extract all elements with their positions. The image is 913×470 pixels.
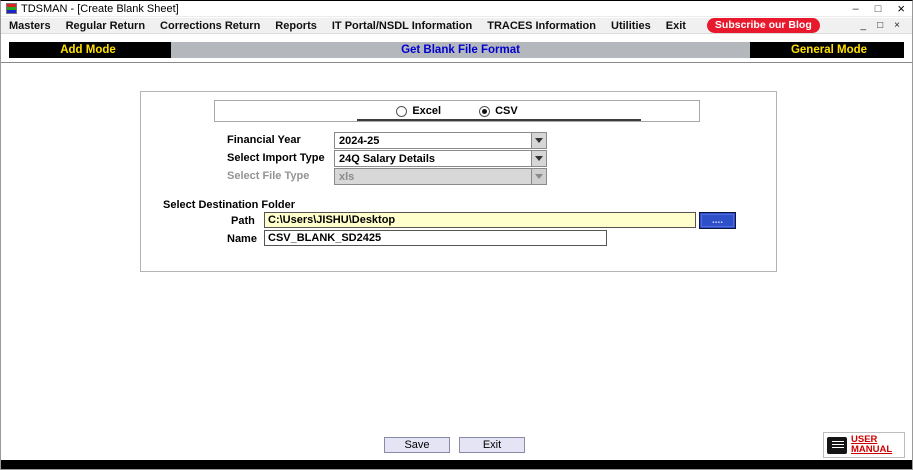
mdi-minimize-icon[interactable]: _ <box>861 20 867 31</box>
app-icon <box>6 3 17 14</box>
menu-item-corrections-return[interactable]: Corrections Return <box>160 20 260 32</box>
menu-item-it-portal-nsdl[interactable]: IT Portal/NSDL Information <box>332 20 472 32</box>
app-window: TDSMAN - [Create Blank Sheet] – □ × Mast… <box>0 0 913 470</box>
excel-radio-icon <box>396 105 408 117</box>
user-manual-line2: MANUAL <box>851 444 893 455</box>
csv-radio-label: CSV <box>495 105 518 117</box>
import-type-label: Select Import Type <box>227 152 325 164</box>
user-manual-button[interactable]: USER MANUAL <box>823 432 905 458</box>
import-type-select[interactable]: 24Q Salary Details <box>334 150 547 167</box>
general-mode-label: General Mode <box>754 42 904 58</box>
title-bar: TDSMAN - [Create Blank Sheet] – □ × <box>1 1 912 17</box>
status-bar <box>1 460 912 469</box>
excel-radio-label: Excel <box>412 105 442 117</box>
radio-underline <box>357 119 641 121</box>
name-label: Name <box>227 233 257 245</box>
file-type-value: xls <box>339 170 355 183</box>
menu-item-utilities[interactable]: Utilities <box>611 20 651 32</box>
chevron-down-icon <box>531 169 546 184</box>
page-title: Get Blank File Format <box>171 42 750 58</box>
minimize-icon[interactable]: – <box>853 2 859 16</box>
name-input[interactable] <box>264 230 607 246</box>
csv-radio-icon <box>479 105 491 117</box>
path-label: Path <box>231 215 255 227</box>
menu-item-regular-return[interactable]: Regular Return <box>66 20 145 32</box>
menu-bar: Masters Regular Return Corrections Retur… <box>1 18 912 34</box>
excel-radio[interactable]: Excel <box>396 105 441 117</box>
restore-icon[interactable]: □ <box>875 2 882 16</box>
file-type-label: Select File Type <box>227 170 310 182</box>
csv-radio[interactable]: CSV <box>479 105 518 117</box>
save-button[interactable]: Save <box>384 437 450 453</box>
header-divider <box>1 62 912 65</box>
window-controls: – □ × <box>853 1 907 16</box>
blank-file-form-panel: Excel CSV Financial Year 2024-25 Select … <box>140 91 777 272</box>
chevron-down-icon <box>531 133 546 148</box>
destination-folder-label: Select Destination Folder <box>163 199 296 211</box>
file-type-select: xls <box>334 168 547 185</box>
browse-button[interactable]: .... <box>699 212 736 229</box>
financial-year-value: 2024-25 <box>339 134 380 147</box>
financial-year-select[interactable]: 2024-25 <box>334 132 547 149</box>
user-manual-label: USER MANUAL <box>851 435 892 455</box>
file-format-radio-group: Excel CSV <box>214 100 700 122</box>
close-icon[interactable]: × <box>897 1 905 16</box>
book-icon <box>827 436 847 454</box>
exit-button[interactable]: Exit <box>459 437 525 453</box>
add-mode-label: Add Mode <box>9 42 167 58</box>
financial-year-label: Financial Year <box>227 134 301 146</box>
mdi-close-icon[interactable]: × <box>894 20 900 31</box>
chevron-down-icon <box>531 151 546 166</box>
mdi-restore-icon[interactable]: □ <box>877 20 883 31</box>
menu-item-exit[interactable]: Exit <box>666 20 686 32</box>
path-input[interactable] <box>264 212 696 228</box>
mdi-window-controls: _ □ × <box>861 20 904 31</box>
menu-item-traces-information[interactable]: TRACES Information <box>487 20 596 32</box>
mode-header-bar: Add Mode Get Blank File Format General M… <box>9 42 904 58</box>
window-title: TDSMAN - [Create Blank Sheet] <box>21 2 179 15</box>
menu-item-masters[interactable]: Masters <box>9 20 51 32</box>
menu-item-reports[interactable]: Reports <box>275 20 317 32</box>
subscribe-blog-button[interactable]: Subscribe our Blog <box>706 18 820 33</box>
import-type-value: 24Q Salary Details <box>339 152 436 165</box>
